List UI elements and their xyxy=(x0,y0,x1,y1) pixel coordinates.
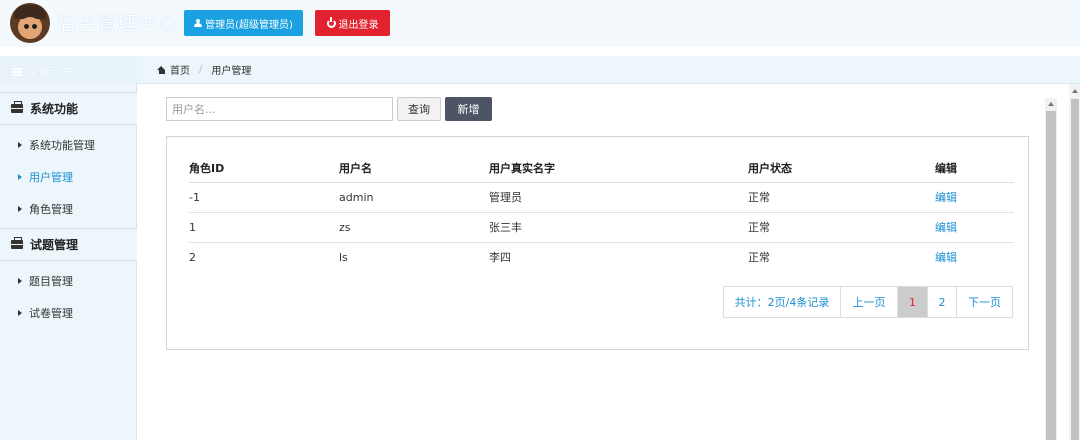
cell-role-id: -1 xyxy=(189,182,339,213)
menu-title: 菜单列表 xyxy=(12,64,72,80)
breadcrumb-bar xyxy=(137,56,1080,84)
user-table: 角色ID 用户名 用户真实名字 用户状态 编辑 -1 admin 管理员 正常 … xyxy=(189,154,1014,272)
table-row: 1 zs 张三丰 正常 编辑 xyxy=(189,212,1014,243)
edit-link[interactable]: 编辑 xyxy=(935,182,1014,213)
breadcrumb-current: 用户管理 xyxy=(211,66,252,77)
sidebar-item-questions[interactable]: 题目管理 xyxy=(0,265,137,297)
caret-right-icon xyxy=(18,142,22,148)
cell-real-name: 管理员 xyxy=(489,182,748,213)
briefcase-icon xyxy=(11,101,23,113)
cell-real-name: 张三丰 xyxy=(489,212,748,243)
column-header-username: 用户名 xyxy=(339,154,489,183)
menu-title-label: 菜单列表 xyxy=(28,66,72,79)
sidebar-group-label: 系统功能 xyxy=(30,102,79,116)
home-icon xyxy=(157,65,166,74)
caret-right-icon xyxy=(18,174,22,180)
cell-status: 正常 xyxy=(748,251,770,265)
cell-real-name: 李四 xyxy=(489,251,511,265)
sidebar-item-users[interactable]: 用户管理 xyxy=(0,161,137,193)
column-header-role-id: 角色ID xyxy=(189,154,339,183)
prev-page-button[interactable]: 上一页 xyxy=(841,287,898,317)
cell-status: 正常 xyxy=(748,182,935,213)
column-header-real-name: 用户真实名字 xyxy=(489,154,748,183)
user-icon xyxy=(194,19,203,27)
cell-role-id: 2 xyxy=(189,250,196,264)
logout-button[interactable]: 退出登录 xyxy=(315,10,390,36)
column-header-status: 用户状态 xyxy=(748,154,935,183)
sidebar-item-label: 试卷管理 xyxy=(29,307,73,320)
sidebar-item-label: 角色管理 xyxy=(29,203,73,216)
admin-button[interactable]: 管理员(超级管理员) xyxy=(184,10,303,36)
briefcase-icon xyxy=(11,237,23,249)
sidebar-group-exam[interactable]: 试题管理 xyxy=(0,228,137,261)
cell-role-id: 1 xyxy=(189,212,339,243)
avatar xyxy=(10,3,50,43)
page-button-2[interactable]: 2 xyxy=(928,287,957,317)
add-button[interactable]: 新增 xyxy=(445,97,492,121)
sidebar-item-label: 题目管理 xyxy=(29,275,73,288)
username-search-input[interactable] xyxy=(166,97,393,121)
breadcrumb-home[interactable]: 首页 xyxy=(170,62,190,77)
logout-button-label: 退出登录 xyxy=(338,19,379,31)
cell-status: 正常 xyxy=(748,212,935,243)
edit-link[interactable]: 编辑 xyxy=(935,212,1014,243)
caret-right-icon xyxy=(18,206,22,212)
cell-username: zs xyxy=(339,212,489,243)
menu-bars-icon xyxy=(12,68,22,76)
sidebar-item-papers[interactable]: 试卷管理 xyxy=(0,297,137,329)
app-title: 后台管理中心 xyxy=(57,13,178,35)
power-icon xyxy=(326,16,336,28)
page-scroll-thumb[interactable] xyxy=(1071,99,1079,440)
page-button-1[interactable]: 1 xyxy=(898,287,928,317)
table-header-row: 角色ID 用户名 用户真实名字 用户状态 编辑 xyxy=(189,154,1014,183)
edit-link[interactable]: 编辑 xyxy=(935,242,1014,272)
table-row: 2 ls 李四 正常 编辑 xyxy=(189,242,1014,272)
pagination: 共计：2页/4条记录 上一页 1 2 下一页 xyxy=(723,286,1013,318)
sidebar-item-label: 系统功能管理 xyxy=(29,139,95,152)
query-button[interactable]: 查询 xyxy=(397,97,441,121)
admin-button-label: 管理员(超级管理员) xyxy=(205,19,293,31)
sidebar-item-label: 用户管理 xyxy=(29,171,73,184)
page-scroll-up-arrow-icon[interactable] xyxy=(1070,86,1079,96)
sidebar-group-label: 试题管理 xyxy=(30,238,79,252)
scroll-up-arrow-icon[interactable] xyxy=(1045,98,1057,110)
table-row: -1 admin 管理员 正常 编辑 xyxy=(189,182,1014,213)
caret-right-icon xyxy=(18,310,22,316)
next-page-button[interactable]: 下一页 xyxy=(957,287,1012,317)
pagination-info: 共计：2页/4条记录 xyxy=(724,287,841,317)
caret-right-icon xyxy=(18,278,22,284)
sidebar-item-system-function[interactable]: 系统功能管理 xyxy=(0,129,137,161)
cell-username: admin xyxy=(339,182,489,213)
content-scroll-thumb[interactable] xyxy=(1046,111,1056,440)
sidebar-item-roles[interactable]: 角色管理 xyxy=(0,193,137,225)
cell-username: ls xyxy=(339,250,348,264)
sidebar-group-system[interactable]: 系统功能 xyxy=(0,92,137,125)
column-header-edit: 编辑 xyxy=(935,154,1014,183)
breadcrumb-separator: / xyxy=(199,64,203,75)
breadcrumb: 首页 / 用户管理 xyxy=(157,62,251,77)
